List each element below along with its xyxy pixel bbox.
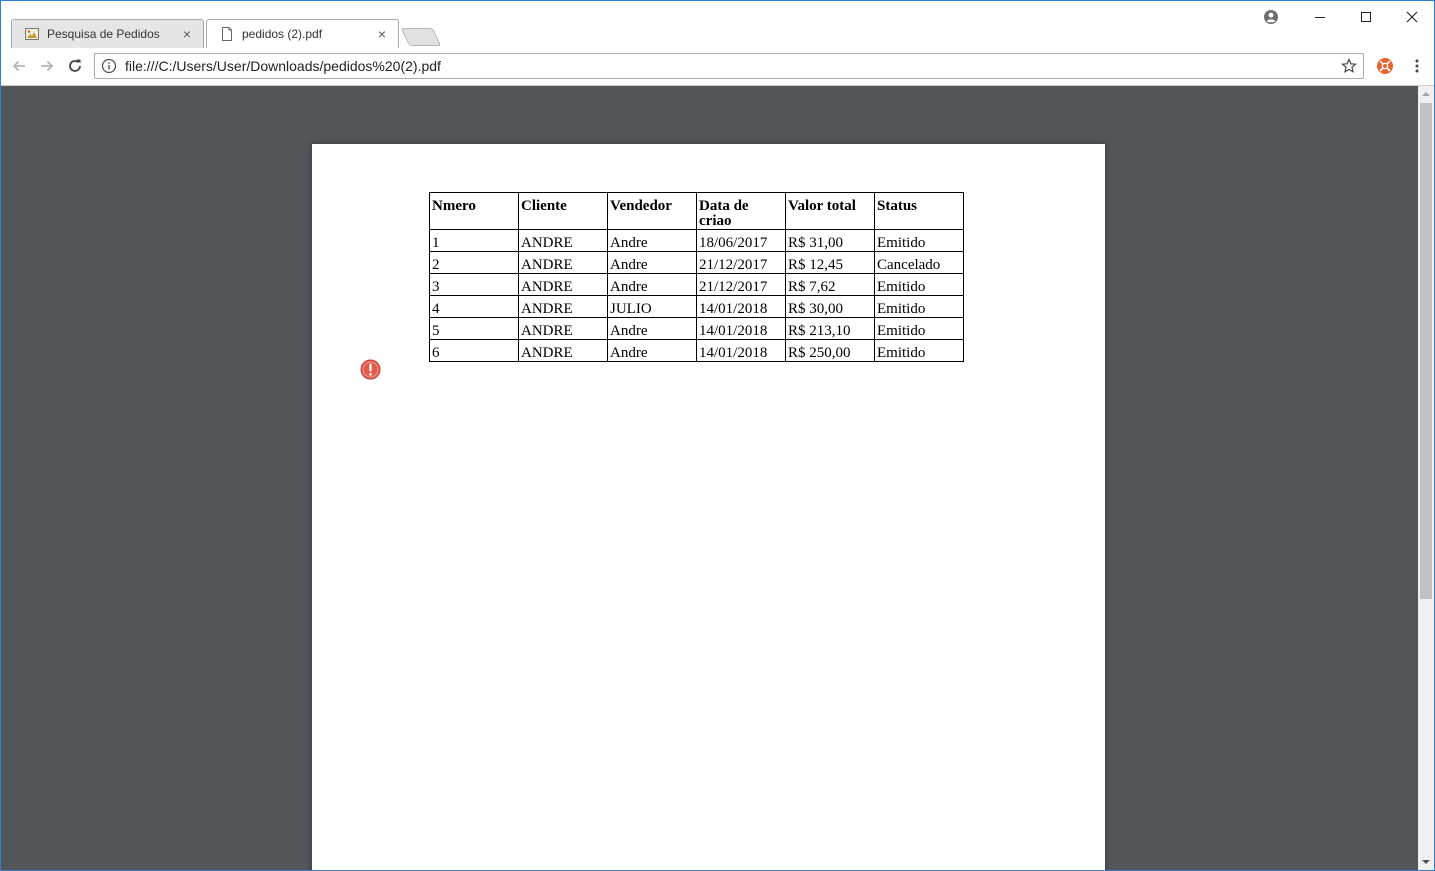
column-header: Vendedor <box>607 192 697 230</box>
table-cell: 21/12/2017 <box>696 251 786 274</box>
table-row: 4 ANDRE JULIO 14/01/2018 R$ 30,00 Emitid… <box>429 295 964 318</box>
info-icon[interactable] <box>101 58 117 74</box>
table-cell: Andre <box>607 273 697 296</box>
table-row: 3 ANDRE Andre 21/12/2017 R$ 7,62 Emitido <box>429 273 964 296</box>
table-cell: JULIO <box>607 295 697 318</box>
table-cell: Andre <box>607 317 697 340</box>
maximize-button[interactable] <box>1343 5 1389 29</box>
table-cell: Emitido <box>874 273 964 296</box>
tab-strip: Pesquisa de Pedidos × pedidos (2).pdf × <box>1 1 1434 48</box>
table-row: 5 ANDRE Andre 14/01/2018 R$ 213,10 Emiti… <box>429 317 964 340</box>
table-cell: Andre <box>607 251 697 274</box>
minimize-icon <box>1315 17 1325 18</box>
url-text[interactable]: file:///C:/Users/User/Downloads/pedidos%… <box>125 58 1339 74</box>
orders-table: Nmero Cliente Vendedor Data de criao Val… <box>429 192 964 362</box>
table-cell: Cancelado <box>874 251 964 274</box>
tab-title: pedidos (2).pdf <box>242 27 323 41</box>
tab-pesquisa-de-pedidos[interactable]: Pesquisa de Pedidos × <box>11 19 204 48</box>
back-arrow-icon <box>12 60 25 72</box>
maximize-icon <box>1361 12 1371 22</box>
close-icon <box>1406 11 1418 23</box>
table-cell: ANDRE <box>518 317 608 340</box>
table-cell: R$ 12,45 <box>785 251 875 274</box>
alert-icon[interactable] <box>360 359 381 380</box>
star-icon <box>1341 58 1357 74</box>
table-cell: ANDRE <box>518 295 608 318</box>
reload-button[interactable] <box>65 56 85 76</box>
table-row: 6 ANDRE Andre 14/01/2018 R$ 250,00 Emiti… <box>429 339 964 362</box>
tab-pedidos-pdf[interactable]: pedidos (2).pdf × <box>206 19 399 48</box>
table-cell: ANDRE <box>518 339 608 362</box>
profile-icon <box>1264 10 1278 24</box>
table-cell: 2 <box>429 251 519 274</box>
table-cell: Andre <box>607 229 697 252</box>
new-tab-button[interactable] <box>400 28 442 46</box>
table-cell: ANDRE <box>518 273 608 296</box>
pdf-viewer: Nmero Cliente Vendedor Data de criao Val… <box>1 86 1418 870</box>
table-cell: Emitido <box>874 295 964 318</box>
table-cell: 6 <box>429 339 519 362</box>
table-cell: 14/01/2018 <box>696 317 786 340</box>
browser-toolbar: file:///C:/Users/User/Downloads/pedidos%… <box>1 48 1434 86</box>
forward-button[interactable] <box>37 56 57 76</box>
column-header: Status <box>874 192 964 230</box>
scroll-up-button[interactable] <box>1418 86 1434 102</box>
close-window-button[interactable] <box>1389 5 1434 29</box>
profile-button[interactable] <box>1248 5 1294 29</box>
chevron-up-icon <box>1422 92 1430 96</box>
kebab-menu-icon <box>1415 59 1419 73</box>
table-cell: ANDRE <box>518 251 608 274</box>
table-cell: 21/12/2017 <box>696 273 786 296</box>
column-header: Cliente <box>518 192 608 230</box>
table-cell: Emitido <box>874 339 964 362</box>
extension-button[interactable] <box>1375 56 1395 76</box>
vertical-scrollbar[interactable] <box>1418 86 1434 870</box>
table-cell: Emitido <box>874 229 964 252</box>
address-bar[interactable]: file:///C:/Users/User/Downloads/pedidos%… <box>94 53 1364 79</box>
back-button[interactable] <box>9 56 29 76</box>
extension-icon <box>1377 58 1393 74</box>
table-header-row: Nmero Cliente Vendedor Data de criao Val… <box>429 192 964 230</box>
image-icon <box>25 28 39 40</box>
table-cell: R$ 31,00 <box>785 229 875 252</box>
table-cell: Emitido <box>874 317 964 340</box>
table-cell: 5 <box>429 317 519 340</box>
scroll-down-button[interactable] <box>1418 854 1434 870</box>
table-cell: 14/01/2018 <box>696 339 786 362</box>
table-row: 1 ANDRE Andre 18/06/2017 R$ 31,00 Emitid… <box>429 229 964 252</box>
tab-title: Pesquisa de Pedidos <box>47 27 160 41</box>
minimize-button[interactable] <box>1297 5 1343 29</box>
scrollbar-thumb[interactable] <box>1420 103 1432 599</box>
document-icon <box>222 27 232 41</box>
chevron-down-icon <box>1422 860 1430 864</box>
close-tab-icon[interactable]: × <box>374 26 390 42</box>
table-cell: 4 <box>429 295 519 318</box>
table-cell: ANDRE <box>518 229 608 252</box>
table-cell: 14/01/2018 <box>696 295 786 318</box>
column-header: Data de criao <box>696 192 786 230</box>
table-cell: 1 <box>429 229 519 252</box>
table-cell: Andre <box>607 339 697 362</box>
menu-button[interactable] <box>1407 56 1427 76</box>
table-cell: R$ 213,10 <box>785 317 875 340</box>
table-cell: R$ 250,00 <box>785 339 875 362</box>
pdf-page: Nmero Cliente Vendedor Data de criao Val… <box>312 144 1105 870</box>
table-row: 2 ANDRE Andre 21/12/2017 R$ 12,45 Cancel… <box>429 251 964 274</box>
table-cell: R$ 7,62 <box>785 273 875 296</box>
column-header: Valor total <box>785 192 875 230</box>
close-tab-icon[interactable]: × <box>179 26 195 42</box>
reload-icon <box>69 59 81 72</box>
table-cell: 18/06/2017 <box>696 229 786 252</box>
browser-window: Pesquisa de Pedidos × pedidos (2).pdf × <box>0 0 1435 871</box>
bookmark-button[interactable] <box>1339 56 1359 76</box>
table-cell: 3 <box>429 273 519 296</box>
table-cell: R$ 30,00 <box>785 295 875 318</box>
column-header: Nmero <box>429 192 519 230</box>
forward-arrow-icon <box>41 60 54 72</box>
